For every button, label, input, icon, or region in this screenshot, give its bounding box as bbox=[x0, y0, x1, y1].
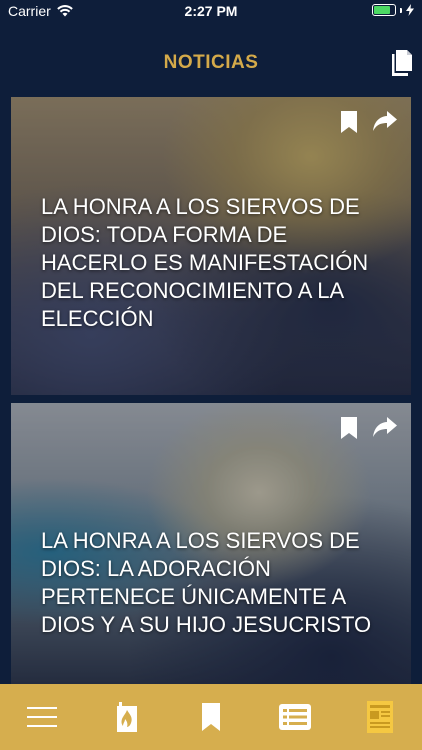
tab-bookmarks[interactable] bbox=[186, 692, 236, 742]
share-icon[interactable] bbox=[373, 111, 397, 131]
share-icon[interactable] bbox=[373, 417, 397, 437]
news-feed[interactable]: LA HONRA A LOS SIERVOS DE DIOS: TODA FOR… bbox=[11, 97, 411, 685]
tab-news[interactable] bbox=[355, 692, 405, 742]
status-right bbox=[372, 4, 414, 16]
battery-icon bbox=[372, 4, 396, 16]
news-card[interactable]: LA HONRA A LOS SIERVOS DE DIOS: LA ADORA… bbox=[11, 403, 411, 685]
tab-menu[interactable] bbox=[17, 692, 67, 742]
battery-cap bbox=[400, 7, 402, 13]
news-card[interactable]: LA HONRA A LOS SIERVOS DE DIOS: TODA FOR… bbox=[11, 97, 411, 395]
status-bar: Carrier 2:27 PM bbox=[0, 0, 422, 22]
bookmark-icon[interactable] bbox=[341, 417, 357, 439]
tab-flame[interactable] bbox=[102, 692, 152, 742]
document-button[interactable] bbox=[390, 50, 412, 76]
status-time: 2:27 PM bbox=[184, 3, 238, 19]
menu-icon bbox=[27, 707, 58, 727]
nav-bar: NOTICIAS bbox=[0, 22, 422, 94]
charging-icon bbox=[406, 4, 414, 16]
news-icon bbox=[366, 701, 393, 733]
news-card-title: LA HONRA A LOS SIERVOS DE DIOS: LA ADORA… bbox=[41, 528, 372, 637]
page-title: NOTICIAS bbox=[163, 52, 259, 73]
flame-icon bbox=[116, 702, 137, 732]
bookmark-icon bbox=[201, 703, 220, 731]
battery-fill bbox=[374, 6, 390, 14]
document-icon bbox=[392, 50, 412, 76]
news-card-title: LA HONRA A LOS SIERVOS DE DIOS: TODA FOR… bbox=[41, 194, 369, 331]
tab-list[interactable] bbox=[270, 692, 320, 742]
news-card-actions bbox=[341, 111, 397, 133]
list-icon bbox=[279, 704, 312, 730]
bookmark-icon[interactable] bbox=[341, 111, 357, 133]
tab-bar bbox=[0, 684, 422, 750]
news-card-actions bbox=[341, 417, 397, 439]
